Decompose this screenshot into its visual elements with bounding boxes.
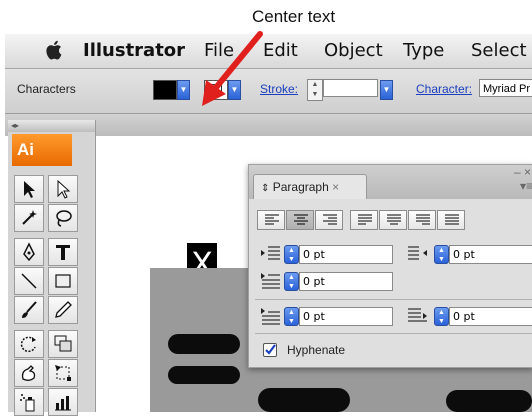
paragraph-panel-header: ⇕ Paragraph × – × ▾≡ [249, 165, 532, 199]
left-indent-stepper[interactable]: ▲ ▼ [284, 245, 299, 264]
rectangle-icon [55, 274, 71, 288]
pen-nib-icon [23, 242, 35, 262]
pen-tool[interactable] [14, 238, 44, 266]
left-indent-icon [261, 246, 280, 260]
space-after-icon [408, 308, 427, 322]
rotate-tool[interactable] [14, 330, 44, 358]
space-before-stepper[interactable]: ▲ ▼ [284, 307, 299, 326]
pencil-tool[interactable] [48, 296, 78, 324]
callout-arrow [202, 31, 263, 106]
first-line-indent-icon [261, 273, 280, 289]
justify-last-left-button[interactable] [350, 210, 378, 230]
magic-wand-tool[interactable] [14, 204, 44, 232]
free-transform-icon [55, 365, 71, 381]
scale-icon [54, 335, 72, 352]
menu-object[interactable]: Object [324, 40, 383, 61]
tab-paragraph[interactable]: ⇕ Paragraph × [253, 174, 367, 199]
stroke-weight-dropdown[interactable]: ▼ [380, 80, 393, 100]
first-line-indent-field[interactable]: 0 pt [299, 272, 393, 291]
tab-close-icon[interactable]: × [332, 180, 339, 194]
photo-band [168, 366, 240, 384]
space-after-stepper[interactable]: ▲ ▼ [434, 307, 449, 326]
align-left-button[interactable] [257, 210, 285, 230]
paintbrush-tool[interactable] [14, 296, 44, 324]
hollow-pointer-icon [57, 179, 71, 199]
scale-tool[interactable] [48, 330, 78, 358]
warp-hand-icon [21, 365, 36, 381]
right-indent-icon [408, 246, 427, 260]
justify-left-icon [358, 214, 372, 225]
align-center-button[interactable] [286, 210, 314, 230]
align-left-icon [265, 214, 279, 225]
hyphenate-label: Hyphenate [287, 343, 346, 357]
font-family-field[interactable]: Myriad Pr [479, 79, 532, 97]
type-tool[interactable] [48, 238, 78, 266]
panel-minimize-icon[interactable]: – × [514, 165, 531, 179]
panel-divider [255, 333, 532, 334]
direct-selection-tool[interactable] [48, 175, 78, 203]
paintbrush-icon [22, 301, 37, 318]
justify-last-right-button[interactable] [408, 210, 436, 230]
line-segment-icon [21, 273, 37, 289]
menu-bar: Illustrator File Edit Object Type Select [5, 34, 532, 69]
justify-last-center-button[interactable] [379, 210, 407, 230]
rectangle-tool[interactable] [48, 267, 78, 295]
hyphenate-checkbox[interactable] [263, 343, 277, 357]
paragraph-panel: ⇕ Paragraph × – × ▾≡ ▲ ▼ 0 pt ▲ ▼ 0 pt ▲ ▼ … [248, 164, 532, 368]
panel-menu-icon[interactable]: ▾≡ [520, 179, 532, 193]
character-label-link[interactable]: Character: [416, 82, 472, 96]
stroke-weight-field[interactable] [323, 79, 378, 97]
photo-band [168, 334, 240, 354]
lasso-tool[interactable] [48, 204, 78, 232]
line-segment-tool[interactable] [14, 267, 44, 295]
menu-select[interactable]: Select [471, 40, 527, 61]
left-indent-field[interactable]: 0 pt [299, 245, 393, 264]
right-indent-field[interactable]: 0 pt [449, 245, 532, 264]
stroke-weight-stepper[interactable]: ▲ ▼ [307, 79, 323, 101]
align-right-button[interactable] [315, 210, 343, 230]
tab-paragraph-label: Paragraph [272, 180, 329, 194]
space-after-field[interactable]: 0 pt [449, 307, 532, 326]
rotate-icon [20, 336, 36, 353]
tools-panel: ◂▸ Ai [8, 120, 96, 416]
symbol-sprayer-icon [20, 394, 35, 412]
justify-right-icon [416, 214, 430, 225]
type-t-icon [56, 245, 70, 260]
justify-center-icon [387, 214, 401, 225]
panel-divider [255, 299, 532, 300]
app-name-menu[interactable]: Illustrator [83, 40, 185, 61]
apple-icon[interactable] [45, 39, 65, 61]
center-text-callout: Center text [252, 7, 336, 26]
justify-all-button[interactable] [437, 210, 465, 230]
menu-type[interactable]: Type [403, 40, 444, 61]
align-center-icon [294, 214, 308, 225]
fill-color-swatch[interactable] [153, 80, 177, 100]
warp-tool[interactable] [14, 359, 44, 387]
magic-wand-icon [22, 210, 37, 225]
tools-panel-grip[interactable]: ◂▸ [8, 120, 95, 132]
lasso-icon [56, 210, 72, 227]
space-before-field[interactable]: 0 pt [299, 307, 393, 326]
space-before-icon [261, 308, 280, 325]
checkmark-icon [265, 344, 276, 355]
align-right-icon [323, 214, 337, 225]
right-indent-stepper[interactable]: ▲ ▼ [434, 245, 449, 264]
fill-dropdown-button[interactable]: ▼ [177, 80, 190, 100]
photo-band [258, 388, 350, 412]
control-bar-label: Characters [17, 82, 76, 96]
photo-band [446, 390, 532, 412]
control-bar: Characters ▼ ▼ Stroke: ▲ ▼ ▼ Character: M… [5, 69, 532, 114]
justify-all-icon [445, 214, 459, 225]
selection-tool[interactable] [14, 175, 44, 203]
pencil-icon [55, 301, 72, 318]
arrow-pointer-icon [24, 181, 35, 198]
menu-edit[interactable]: Edit [263, 40, 298, 61]
app-logo: Ai [12, 134, 72, 166]
bar-chart-icon [55, 396, 71, 411]
first-line-indent-stepper[interactable]: ▲ ▼ [284, 272, 299, 291]
panel-collapse-icon[interactable]: ⇕ [261, 183, 269, 194]
free-transform-tool[interactable] [48, 359, 78, 387]
